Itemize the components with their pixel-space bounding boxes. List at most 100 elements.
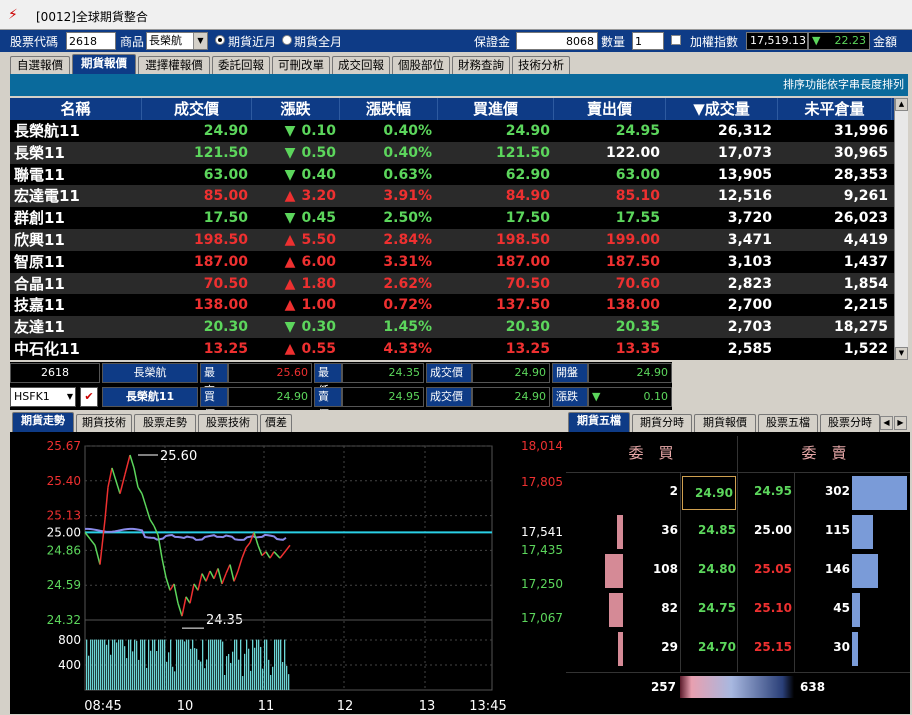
quote-row[interactable]: 宏達電11 85.00 3.20 3.91% 84.90 85.10 12,516 9,261… bbox=[10, 185, 894, 208]
quote-row[interactable]: 合晶11 70.50 1.80 2.62% 70.50 70.60 2,823 1,854 ▲ bbox=[10, 272, 894, 295]
volume-bar bbox=[134, 639, 136, 690]
volume-bar bbox=[150, 650, 152, 690]
chevron-down-icon[interactable]: ▼ bbox=[67, 388, 73, 406]
quote-pct: 2.50% bbox=[383, 210, 432, 227]
volume-bar bbox=[204, 668, 206, 690]
quote-bid: 84.90 bbox=[505, 188, 550, 205]
tab-book-4[interactable]: 股票分時 bbox=[820, 414, 880, 432]
chevron-down-icon[interactable]: ▼ bbox=[193, 33, 207, 49]
price-line-segment bbox=[273, 551, 281, 559]
tab-main-3[interactable]: 委託回報 bbox=[212, 56, 270, 74]
quote-name: 智原11 bbox=[14, 252, 65, 271]
volume-bar bbox=[166, 661, 168, 690]
scroll-down-icon[interactable]: ▼ bbox=[895, 347, 908, 360]
toolbar: 股票代碼 商品 長榮航 ▼ 期貨近月 期貨全月 保證金 數量 加權指數 17,5… bbox=[0, 30, 912, 66]
tab-main-0[interactable]: 自選報價 bbox=[10, 56, 70, 74]
down-arrow-icon: ▼ bbox=[284, 166, 296, 183]
selected-checkbox[interactable]: ✔ bbox=[80, 387, 98, 407]
price-line-segment bbox=[115, 480, 121, 494]
column-header-3[interactable]: 漲跌幅 bbox=[340, 98, 438, 120]
total-ask: 638 bbox=[800, 680, 826, 694]
ask-price[interactable]: 24.95 bbox=[738, 484, 792, 498]
volume-bar bbox=[154, 639, 156, 690]
bid-value: 24.90 bbox=[228, 387, 312, 407]
option-checkbox[interactable] bbox=[671, 35, 681, 45]
weighted-index-change: ▼ 22.23 bbox=[808, 32, 870, 50]
quote-row[interactable]: 群創11 17.50 0.45 2.50% 17.50 17.55 3,720 26,023 ▼ bbox=[10, 207, 894, 229]
ask-price[interactable]: 25.10 bbox=[738, 601, 792, 615]
quote-row[interactable]: 長榮航11 24.90 0.10 0.40% 24.90 24.95 26,312 31,99… bbox=[10, 120, 894, 142]
ask-price[interactable]: 25.05 bbox=[738, 562, 792, 576]
all-month-radio[interactable] bbox=[282, 35, 292, 45]
qty-label: 數量 bbox=[601, 35, 626, 49]
volume-bar bbox=[280, 639, 282, 690]
weighted-index-value-text: 17,519.13 bbox=[750, 34, 806, 47]
quote-row[interactable]: 智原11 187.00 6.00 3.31% 187.00 187.50 3,103 1,43… bbox=[10, 251, 894, 273]
price-line-segment bbox=[89, 538, 96, 546]
bid-price[interactable]: 24.90 bbox=[682, 476, 736, 510]
last-label: 成交價 bbox=[426, 363, 472, 383]
quote-row[interactable]: 友達11 20.30 0.30 1.45% 20.30 20.35 2,703 18,275 ▼ bbox=[10, 316, 894, 338]
tab-chart-4[interactable]: 價差 bbox=[260, 414, 292, 432]
bid-price[interactable]: 24.75 bbox=[682, 601, 736, 615]
bid-price[interactable]: 24.85 bbox=[682, 523, 736, 537]
tab-chart-2[interactable]: 股票走勢 bbox=[134, 414, 196, 432]
volume-bar bbox=[100, 639, 102, 690]
tab-book-2[interactable]: 期貨報價 bbox=[694, 414, 756, 432]
quote-ask: 13.35 bbox=[615, 341, 660, 357]
margin-input[interactable] bbox=[516, 32, 598, 50]
quote-row[interactable]: 欣興11 198.50 5.50 2.84% 198.50 199.00 3,471 4,41… bbox=[10, 229, 894, 251]
tab-chart-1[interactable]: 期貨技術 bbox=[76, 414, 132, 432]
detail-name-contract: 長榮航11 bbox=[102, 387, 198, 407]
column-header-5[interactable]: 賣出價 bbox=[554, 98, 666, 120]
tab-book-3[interactable]: 股票五檔 bbox=[758, 414, 818, 432]
quote-scrollbar[interactable]: ▲ ▼ bbox=[894, 98, 908, 360]
tab-main-4[interactable]: 可刪改單 bbox=[272, 56, 330, 74]
ask-price[interactable]: 25.15 bbox=[738, 640, 792, 654]
qty-input[interactable] bbox=[632, 32, 664, 50]
quote-pct: 0.72% bbox=[383, 297, 432, 314]
stock-code-input[interactable] bbox=[66, 32, 116, 50]
column-header-0[interactable]: 名稱 bbox=[10, 98, 142, 120]
quote-oi: 1,437 bbox=[843, 253, 888, 270]
quote-row[interactable]: 中石化11 13.25 0.55 4.33% 13.25 13.35 2,585 1,522 ▲ bbox=[10, 338, 894, 360]
tab-main-1[interactable]: 期貨報價 bbox=[72, 54, 136, 74]
volume-bar bbox=[234, 639, 236, 690]
column-header-1[interactable]: 成交價 bbox=[142, 98, 252, 120]
tab-main-5[interactable]: 成交回報 bbox=[332, 56, 390, 74]
tab-main-2[interactable]: 選擇權報價 bbox=[138, 56, 210, 74]
volume-bar bbox=[238, 659, 240, 690]
column-header-4[interactable]: 買進價 bbox=[438, 98, 554, 120]
quote-row[interactable]: 技嘉11 138.00 1.00 0.72% 137.50 138.00 2,700 2,21… bbox=[10, 294, 894, 316]
column-header-2[interactable]: 漲跌 bbox=[252, 98, 340, 120]
price-line-segment bbox=[225, 564, 231, 574]
scroll-up-icon[interactable]: ▲ bbox=[895, 98, 908, 111]
tab-main-6[interactable]: 個股部位 bbox=[392, 56, 450, 74]
quote-row[interactable]: 長榮11 121.50 0.50 0.40% 121.50 122.00 17,073 30,… bbox=[10, 141, 894, 164]
tab-main-8[interactable]: 技術分析 bbox=[512, 56, 570, 74]
product-select[interactable]: 長榮航 ▼ bbox=[146, 32, 208, 50]
weighted-index-change-text: 22.23 bbox=[834, 34, 867, 47]
tab-main-7[interactable]: 財務查詢 bbox=[452, 56, 510, 74]
quote-row[interactable]: 聯電11 63.00 0.40 0.63% 62.90 63.00 13,905 28,353… bbox=[10, 164, 894, 186]
bid-price[interactable]: 24.70 bbox=[682, 640, 736, 654]
volume-bar bbox=[188, 639, 190, 690]
contract-select[interactable]: HSFK1 ▼ bbox=[10, 387, 76, 407]
price-line-segment bbox=[185, 596, 191, 604]
tab-book-1[interactable]: 期貨分時 bbox=[632, 414, 692, 432]
price-line-segment bbox=[119, 474, 126, 494]
price-line-segment bbox=[173, 583, 179, 604]
near-month-radio[interactable] bbox=[215, 35, 225, 45]
tab-book-0[interactable]: 期貨五檔 bbox=[568, 412, 630, 432]
ask-price[interactable]: 25.00 bbox=[738, 523, 792, 537]
column-header-6[interactable]: ▼成交量 bbox=[666, 98, 778, 120]
tab-scroll-left-icon[interactable]: ◀ bbox=[880, 416, 893, 430]
tab-chart-0[interactable]: 期貨走勢 bbox=[12, 412, 74, 432]
quote-pct: 0.40% bbox=[383, 123, 432, 139]
volume-bar bbox=[86, 639, 88, 690]
tab-chart-3[interactable]: 股票技術 bbox=[198, 414, 258, 432]
tab-scroll-right-icon[interactable]: ▶ bbox=[894, 416, 907, 430]
volume-bar bbox=[214, 639, 216, 690]
bid-price[interactable]: 24.80 bbox=[682, 562, 736, 576]
column-header-7[interactable]: 未平倉量 bbox=[778, 98, 892, 120]
